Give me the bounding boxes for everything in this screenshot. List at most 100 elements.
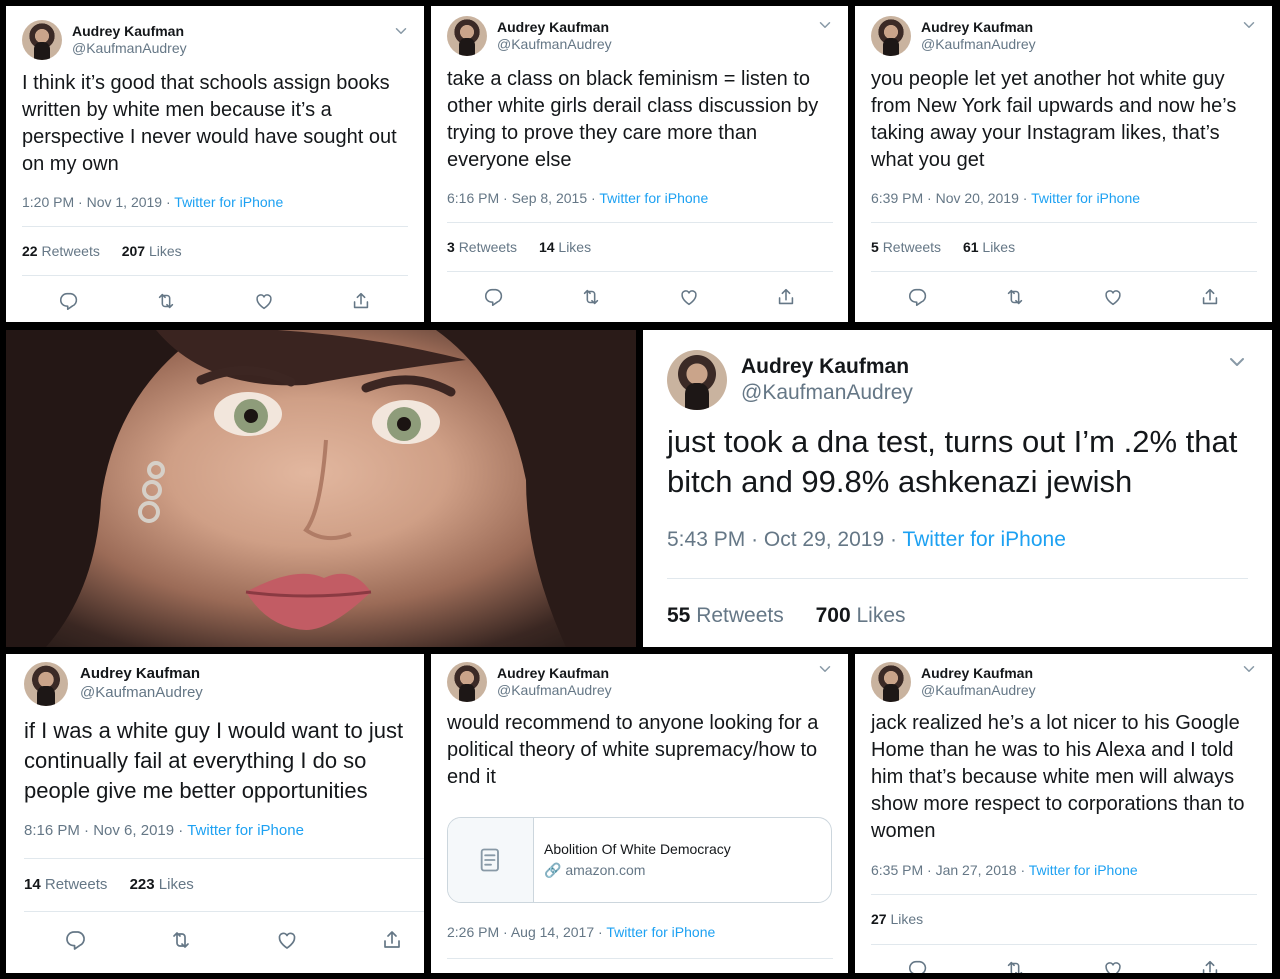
avatar[interactable]	[871, 662, 911, 702]
like-count[interactable]: 14	[539, 239, 555, 255]
reply-icon[interactable]	[64, 928, 88, 952]
tweet-source-link[interactable]: Twitter for iPhone	[187, 822, 304, 839]
like-icon[interactable]	[275, 928, 299, 952]
avatar[interactable]	[667, 350, 727, 410]
retweet-icon[interactable]	[1004, 958, 1026, 973]
tweet-date: Oct 29, 2019	[763, 528, 885, 551]
chevron-down-icon[interactable]	[816, 16, 834, 34]
like-count[interactable]: 61	[963, 239, 979, 255]
divider	[22, 226, 408, 227]
tweet-date: Nov 6, 2019	[93, 822, 175, 839]
link-preview-card[interactable]: Abolition Of White Democracy 🔗 amazon.co…	[447, 817, 832, 903]
like-icon[interactable]	[253, 290, 275, 312]
avatar[interactable]	[22, 20, 62, 60]
retweet-count[interactable]: 14	[24, 876, 41, 893]
chevron-down-icon[interactable]	[1225, 350, 1249, 374]
avatar[interactable]	[24, 662, 68, 706]
tweet-source-link[interactable]: Twitter for iPhone	[1029, 862, 1138, 878]
tweet-timestamp[interactable]: 6:35 PM · Jan 27, 2018 · Twitter for iPh…	[871, 862, 1138, 878]
like-icon[interactable]	[1102, 286, 1124, 308]
tweet-timestamp[interactable]: 6:16 PM · Sep 8, 2015 · Twitter for iPho…	[447, 190, 708, 206]
tweet-card-featured: Audrey Kaufman @KaufmanAudrey just took …	[643, 330, 1272, 647]
retweets-label[interactable]: Retweets	[41, 243, 99, 259]
tweet-text: take a class on black feminism = listen …	[447, 68, 819, 171]
author-name[interactable]: Audrey Kaufman	[921, 19, 1036, 37]
avatar[interactable]	[447, 16, 487, 56]
retweet-count[interactable]: 55	[667, 604, 690, 627]
avatar[interactable]	[447, 662, 487, 702]
share-icon[interactable]	[1199, 958, 1221, 973]
author-handle[interactable]: @KaufmanAudrey	[497, 682, 612, 700]
share-icon[interactable]	[350, 290, 372, 312]
chevron-down-icon[interactable]	[1240, 660, 1258, 678]
retweets-label[interactable]: Retweets	[459, 239, 517, 255]
share-icon[interactable]	[1199, 286, 1221, 308]
author-handle[interactable]: @KaufmanAudrey	[921, 682, 1036, 700]
likes-label[interactable]: Likes	[159, 876, 194, 893]
likes-label[interactable]: Likes	[558, 239, 591, 255]
retweet-icon[interactable]	[169, 928, 193, 952]
author-handle[interactable]: @KaufmanAudrey	[921, 36, 1036, 54]
link-title[interactable]: Abolition Of White Democracy	[544, 839, 731, 860]
author-name[interactable]: Audrey Kaufman	[741, 354, 913, 380]
author-name[interactable]: Audrey Kaufman	[921, 665, 1036, 683]
reply-icon[interactable]	[483, 286, 505, 308]
avatar[interactable]	[871, 16, 911, 56]
retweet-icon[interactable]	[155, 290, 177, 312]
author-name[interactable]: Audrey Kaufman	[80, 665, 203, 684]
like-count[interactable]: 27	[871, 911, 887, 927]
author-handle[interactable]: @KaufmanAudrey	[497, 36, 612, 54]
tweet-text: would recommend to anyone looking for a …	[447, 712, 819, 788]
tweet-source-link[interactable]: Twitter for iPhone	[599, 190, 708, 206]
tweet-timestamp[interactable]: 6:39 PM · Nov 20, 2019 · Twitter for iPh…	[871, 190, 1140, 206]
like-icon[interactable]	[678, 286, 700, 308]
reply-icon[interactable]	[907, 958, 929, 973]
tweet-source-link[interactable]: Twitter for iPhone	[606, 924, 715, 940]
separator: ·	[503, 924, 508, 940]
tweet-timestamp[interactable]: 1:20 PM · Nov 1, 2019 · Twitter for iPho…	[22, 194, 283, 210]
separator: ·	[84, 822, 90, 839]
retweets-label[interactable]: Retweets	[45, 876, 108, 893]
author-handle[interactable]: @KaufmanAudrey	[72, 40, 187, 58]
author-name[interactable]: Audrey Kaufman	[497, 19, 612, 37]
chevron-down-icon[interactable]	[816, 660, 834, 678]
tweet-timestamp[interactable]: 2:26 PM · Aug 14, 2017 · Twitter for iPh…	[447, 924, 715, 940]
author-name[interactable]: Audrey Kaufman	[72, 23, 187, 41]
chevron-down-icon[interactable]	[392, 22, 410, 40]
likes-label[interactable]: Likes	[890, 911, 923, 927]
tweet-card-2: Audrey Kaufman @KaufmanAudrey take a cla…	[431, 6, 848, 322]
document-icon	[480, 848, 499, 872]
divider	[871, 894, 1257, 895]
likes-label[interactable]: Likes	[149, 243, 182, 259]
share-icon[interactable]	[775, 286, 797, 308]
reply-icon[interactable]	[907, 286, 929, 308]
separator: ·	[1022, 190, 1028, 206]
like-count[interactable]: 223	[130, 876, 155, 893]
tweet-time: 1:20 PM	[22, 194, 75, 210]
tweet-timestamp[interactable]: 5:43 PM · Oct 29, 2019 · Twitter for iPh…	[667, 528, 1066, 552]
retweet-icon[interactable]	[580, 286, 602, 308]
likes-label[interactable]: Likes	[856, 604, 905, 627]
author-handle[interactable]: @KaufmanAudrey	[741, 380, 913, 406]
tweet-source-link[interactable]: Twitter for iPhone	[902, 528, 1065, 551]
like-count[interactable]: 700	[816, 604, 851, 627]
reply-icon[interactable]	[58, 290, 80, 312]
likes-label[interactable]: Likes	[982, 239, 1015, 255]
link-icon: 🔗	[544, 862, 562, 878]
retweet-icon[interactable]	[1004, 286, 1026, 308]
tweet-timestamp[interactable]: 8:16 PM · Nov 6, 2019 · Twitter for iPho…	[24, 822, 304, 839]
retweet-count[interactable]: 5	[871, 239, 879, 255]
author-name[interactable]: Audrey Kaufman	[497, 665, 612, 683]
retweets-label[interactable]: Retweets	[696, 604, 784, 627]
retweets-label[interactable]: Retweets	[883, 239, 941, 255]
divider	[871, 222, 1257, 223]
like-count[interactable]: 207	[122, 243, 145, 259]
retweet-count[interactable]: 3	[447, 239, 455, 255]
tweet-source-link[interactable]: Twitter for iPhone	[1031, 190, 1140, 206]
chevron-down-icon[interactable]	[1240, 16, 1258, 34]
author-handle[interactable]: @KaufmanAudrey	[80, 684, 203, 703]
like-icon[interactable]	[1102, 958, 1124, 973]
tweet-source-link[interactable]: Twitter for iPhone	[174, 194, 283, 210]
share-icon[interactable]	[380, 928, 404, 952]
retweet-count[interactable]: 22	[22, 243, 38, 259]
